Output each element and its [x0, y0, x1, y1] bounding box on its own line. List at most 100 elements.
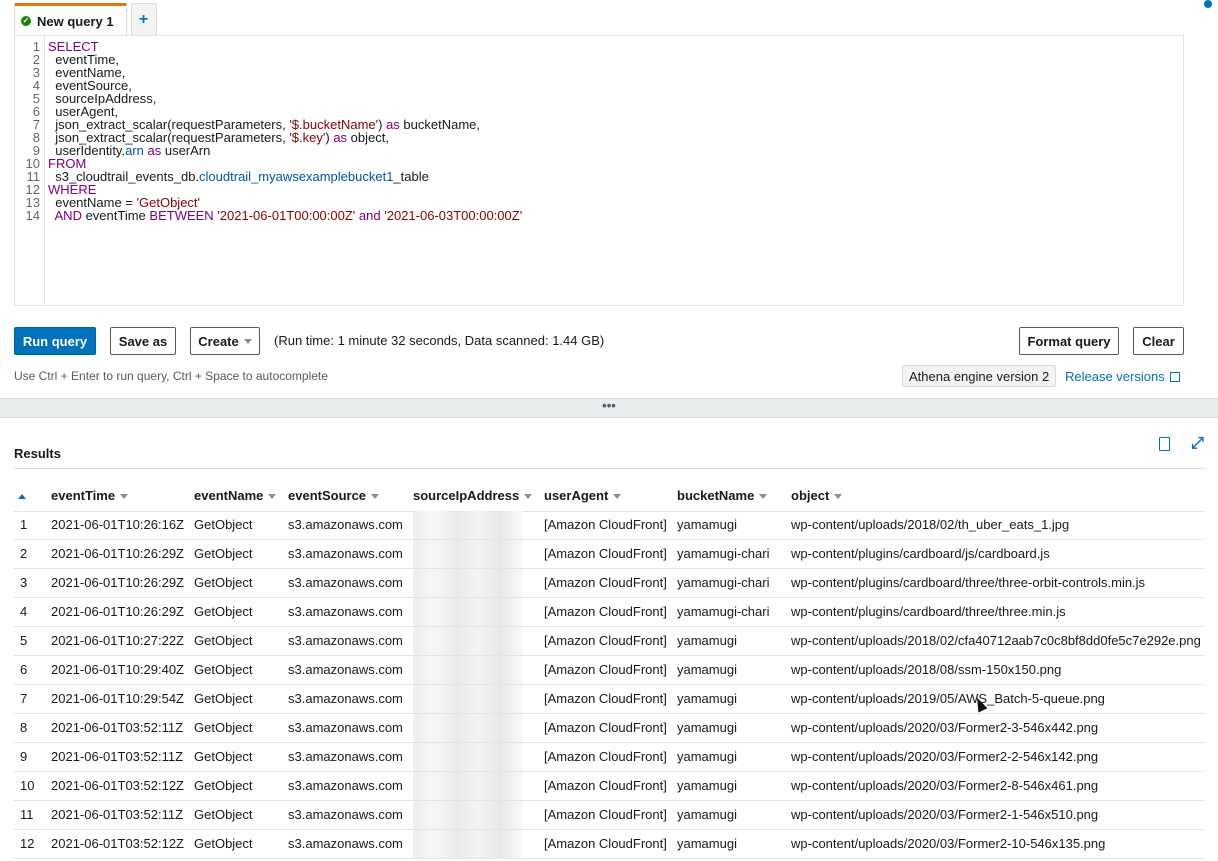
column-header-label: bucketName	[677, 488, 755, 503]
sort-caret-icon[interactable]	[371, 494, 380, 500]
table-row[interactable]: 10 2021-06-01T03:52:12Z GetObject s3.amazon…	[14, 772, 1205, 801]
redacted-ip-cell	[413, 656, 523, 684]
table-cell: wp-content/uploads/2018/02/cfa40712aab7c…	[791, 633, 1201, 648]
table-row[interactable]: 7 2021-06-01T10:29:54Z GetObject s3.amazona…	[14, 685, 1205, 714]
expand-icon[interactable]: ⤢	[1191, 436, 1204, 452]
sort-caret-icon[interactable]	[613, 494, 622, 500]
table-cell: s3.amazonaws.com	[288, 691, 403, 706]
download-icon[interactable]	[1159, 437, 1170, 451]
tab-label: New query 1	[37, 13, 114, 29]
table-cell: 2021-06-01T03:52:11Z	[51, 749, 184, 764]
sort-caret-icon[interactable]	[759, 494, 768, 500]
column-header-label: eventName	[194, 488, 264, 503]
table-cell: yamamugi	[677, 517, 737, 532]
release-versions-link[interactable]: Release versions	[1065, 369, 1180, 384]
table-cell: wp-content/plugins/cardboard/js/cardboar…	[791, 546, 1050, 561]
table-cell: yamamugi	[677, 836, 737, 851]
code-token: bucketName,	[399, 117, 481, 132]
table-cell: 2021-06-01T03:52:11Z	[51, 720, 184, 735]
column-header-object[interactable]: object	[791, 483, 843, 511]
code-text: AND eventTime BETWEEN '2021-06-01T00:00:…	[48, 208, 523, 223]
table-cell: 2021-06-01T03:52:11Z	[51, 807, 184, 822]
table-cell: s3.amazonaws.com	[288, 546, 403, 561]
sort-ascending-icon[interactable]	[18, 494, 26, 499]
sort-caret-icon[interactable]	[524, 494, 533, 500]
resize-splitter[interactable]: •••	[0, 398, 1218, 418]
table-cell: s3.amazonaws.com	[288, 662, 403, 677]
table-cell: 2021-06-01T10:26:29Z	[51, 546, 184, 561]
table-cell: yamamugi	[677, 720, 737, 735]
table-cell: yamamugi	[677, 778, 737, 793]
table-cell: yamamugi	[677, 633, 737, 648]
table-cell: wp-content/plugins/cardboard/three/three…	[791, 604, 1066, 619]
table-cell: [Amazon CloudFront]	[544, 749, 667, 764]
table-row[interactable]: 11 2021-06-01T03:52:11Z GetObject s3.amazon…	[14, 801, 1205, 830]
table-cell: GetObject	[194, 575, 253, 590]
code-token: '2021-06-01T00:00:00Z'	[217, 208, 356, 223]
tab-new-query-1[interactable]: ✓ New query 1	[14, 3, 127, 36]
engine-version-badge: Athena engine version 2	[902, 365, 1057, 387]
table-cell: wp-content/uploads/2020/03/Former2-8-546…	[791, 778, 1099, 793]
table-cell: [Amazon CloudFront]	[544, 633, 667, 648]
results-header-row: eventTime eventName eventSource sourceIpAdd…	[14, 483, 1205, 512]
table-row[interactable]: 6 2021-06-01T10:29:40Z GetObject s3.amazona…	[14, 656, 1205, 685]
redacted-ip-cell	[413, 801, 523, 829]
table-row[interactable]: 9 2021-06-01T03:52:11Z GetObject s3.amazona…	[14, 743, 1205, 772]
column-header-eventName[interactable]: eventName	[194, 483, 277, 511]
create-dropdown-button[interactable]: Create	[190, 327, 260, 355]
sort-caret-icon[interactable]	[268, 494, 277, 500]
column-header-bucketName[interactable]: bucketName	[677, 483, 768, 511]
save-as-button[interactable]: Save as	[110, 327, 176, 355]
table-cell: s3.amazonaws.com	[288, 807, 403, 822]
code-token: as	[333, 130, 348, 145]
table-row[interactable]: 12 2021-06-01T03:52:12Z GetObject s3.amazon…	[14, 830, 1205, 859]
table-cell: [Amazon CloudFront]	[544, 546, 667, 561]
table-cell: 2021-06-01T10:26:29Z	[51, 575, 184, 590]
redacted-ip-cell	[413, 540, 523, 568]
table-cell: yamamugi-chari	[677, 604, 770, 619]
row-index: 12	[20, 836, 35, 851]
line-number: 14	[25, 208, 40, 223]
add-tab-button[interactable]: +	[130, 3, 157, 36]
code-token: and	[358, 208, 381, 223]
column-header-sourceIpAddress[interactable]: sourceIpAddress	[413, 483, 533, 511]
table-row[interactable]: 2 2021-06-01T10:26:29Z GetObject s3.amazona…	[14, 540, 1205, 569]
column-header-eventSource[interactable]: eventSource	[288, 483, 380, 511]
table-cell: GetObject	[194, 778, 253, 793]
row-index: 1	[20, 517, 28, 532]
row-index: 7	[20, 691, 28, 706]
row-index: 3	[20, 575, 28, 590]
code-token: cloudtrail_myawsexamplebucket1	[199, 169, 394, 184]
format-query-button[interactable]: Format query	[1019, 327, 1119, 355]
column-header-label: userAgent	[544, 488, 609, 503]
column-header-userAgent[interactable]: userAgent	[544, 483, 622, 511]
table-row[interactable]: 3 2021-06-01T10:26:29Z GetObject s3.amazona…	[14, 569, 1205, 598]
code-token: arn	[125, 143, 144, 158]
keyboard-hint: Use Ctrl + Enter to run query, Ctrl + Sp…	[14, 369, 328, 383]
table-cell: 2021-06-01T10:26:29Z	[51, 604, 184, 619]
table-cell: GetObject	[194, 604, 253, 619]
redacted-ip-cell	[413, 772, 523, 800]
results-title: Results	[14, 446, 61, 461]
table-row[interactable]: 1 2021-06-01T10:26:16Z GetObject s3.amazona…	[14, 511, 1205, 540]
table-row[interactable]: 8 2021-06-01T03:52:11Z GetObject s3.amazona…	[14, 714, 1205, 743]
column-header-label: object	[791, 488, 830, 503]
column-header-label: sourceIpAddress	[413, 488, 520, 503]
table-cell: wp-content/uploads/2020/03/Former2-10-54…	[791, 836, 1106, 851]
table-row[interactable]: 4 2021-06-01T10:26:29Z GetObject s3.amazona…	[14, 598, 1205, 627]
run-query-button[interactable]: Run query	[14, 327, 96, 355]
check-circle-icon: ✓	[21, 16, 31, 26]
table-cell: [Amazon CloudFront]	[544, 778, 667, 793]
row-index: 9	[20, 749, 28, 764]
sql-editor[interactable]: 1 SELECT 2 eventTime, 3 eventName, 4 eventSo…	[14, 35, 1184, 306]
info-icon[interactable]	[1204, 0, 1212, 8]
table-row[interactable]: 5 2021-06-01T10:27:22Z GetObject s3.amazona…	[14, 627, 1205, 656]
table-cell: yamamugi	[677, 691, 737, 706]
column-header-eventTime[interactable]: eventTime	[51, 483, 129, 511]
table-cell: wp-content/uploads/2019/05/AWS_Batch-5-q…	[791, 691, 1105, 706]
column-header-label: eventTime	[51, 488, 116, 503]
clear-button[interactable]: Clear	[1133, 327, 1184, 355]
table-cell: s3.amazonaws.com	[288, 517, 403, 532]
sort-caret-icon[interactable]	[120, 494, 129, 500]
sort-caret-icon[interactable]	[834, 494, 843, 500]
